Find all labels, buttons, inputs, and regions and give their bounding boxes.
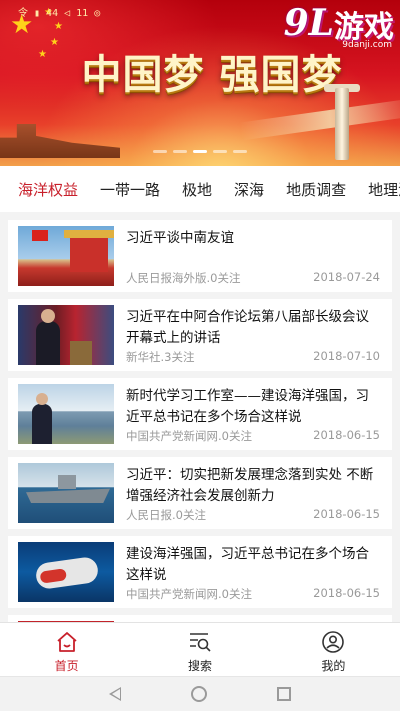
article-title[interactable]: 建设海洋强国，习近平总书记在多个场合这样说	[126, 544, 382, 586]
article-meta: 新华社.3关注 2018-07-10	[126, 349, 380, 365]
carousel-dot[interactable]	[213, 150, 227, 153]
article-item[interactable]: 习近平在中阿合作论坛第八届部长级会议开幕式上的讲话 新华社.3关注 2018-07…	[8, 299, 392, 371]
article-item[interactable]: 习近平：切实把新发展理念落到实处 不断增强经济社会发展创新力 人民日报.0关注 2…	[8, 457, 392, 529]
bottom-navigation: 首页 搜索 我的	[0, 622, 400, 676]
article-thumbnail[interactable]	[18, 463, 114, 523]
article-meta: 人民日报.0关注 2018-06-15	[126, 507, 380, 523]
carousel-dot-active[interactable]	[193, 150, 207, 153]
system-navigation-bar	[0, 676, 400, 711]
article-meta: 人民日报海外版.0关注 2018-07-24	[126, 270, 380, 286]
nav-search[interactable]: 搜索	[133, 623, 266, 676]
tab-belt-and-road[interactable]: 一带一路	[89, 179, 171, 200]
home-circle-icon[interactable]	[191, 686, 207, 702]
carousel-dot[interactable]	[153, 150, 167, 153]
back-icon[interactable]	[109, 687, 121, 701]
search-list-icon	[189, 633, 211, 652]
article-title[interactable]: 习近平谈中南友谊	[126, 228, 382, 249]
article-thumbnail[interactable]	[18, 226, 114, 286]
article-source: 人民日报.0关注	[126, 508, 206, 522]
article-list: 习近平谈中南友谊 人民日报海外版.0关注 2018-07-24 习近平在中阿合作论…	[8, 212, 392, 622]
nav-home-label: 首页	[54, 659, 79, 673]
site-watermark: 9L游戏 9danji.com	[283, 2, 394, 50]
nav-search-label: 搜索	[187, 659, 212, 673]
tab-ocean-rights[interactable]: 海洋权益	[0, 179, 89, 200]
article-source: 中国共产党新闻网.0关注	[126, 587, 252, 601]
flag-star-icon: ★	[38, 49, 47, 60]
article-source: 新华社.3关注	[126, 350, 195, 364]
carousel-indicator	[0, 150, 400, 153]
article-title[interactable]: 新时代学习工作室——建设海洋强国，习近平总书记在多个场合这样说	[126, 386, 382, 428]
article-item[interactable]: 建设海洋强国，习近平总书记在多个场合这样说 中国共产党新闻网.0关注 2018-0…	[8, 536, 392, 608]
tab-geographic-survey[interactable]: 地理测	[357, 179, 400, 200]
home-icon	[57, 632, 77, 652]
banner-title: 中国梦 强国梦	[81, 51, 343, 98]
article-date: 2018-06-15	[313, 507, 380, 521]
article-title[interactable]: 习近平在中阿合作论坛第八届部长级会议开幕式上的讲话	[126, 307, 382, 349]
article-meta: 中国共产党新闻网.0关注 2018-06-15	[126, 586, 380, 602]
article-thumbnail[interactable]	[18, 542, 114, 602]
article-date: 2018-07-24	[313, 270, 380, 284]
article-thumbnail[interactable]	[18, 305, 114, 365]
tab-polar[interactable]: 极地	[171, 179, 223, 200]
article-date: 2018-06-15	[313, 586, 380, 600]
tab-geological-survey[interactable]: 地质调查	[275, 179, 357, 200]
category-tabs: 海洋权益 一带一路 极地 深海 地质调查 地理测	[0, 166, 400, 212]
article-title[interactable]: 习近平：切实把新发展理念落到实处 不断增强经济社会发展创新力	[126, 465, 382, 507]
article-thumbnail[interactable]	[18, 384, 114, 444]
article-item[interactable]: 习近平谈中南友谊 人民日报海外版.0关注 2018-07-24	[8, 220, 392, 292]
article-meta: 中国共产党新闻网.0关注 2018-06-15	[126, 428, 380, 444]
article-date: 2018-06-15	[313, 428, 380, 442]
article-date: 2018-07-10	[313, 349, 380, 363]
article-source: 中国共产党新闻网.0关注	[126, 429, 252, 443]
nav-home[interactable]: 首页	[0, 623, 133, 676]
user-icon	[322, 631, 345, 653]
article-item-partial[interactable]	[8, 615, 392, 622]
hero-banner[interactable]: ★ ★ ★ ★ ★ 令 ▮ 44 ◁ 11 ◎ 9L游戏 9danji.com …	[0, 0, 400, 166]
tab-deep-sea[interactable]: 深海	[223, 179, 275, 200]
carousel-dot[interactable]	[233, 150, 247, 153]
article-item[interactable]: 新时代学习工作室——建设海洋强国，习近平总书记在多个场合这样说 中国共产党新闻网…	[8, 378, 392, 450]
nav-profile[interactable]: 我的	[267, 623, 400, 676]
status-bar-text: 令 ▮ 44 ◁ 11 ◎	[18, 8, 101, 19]
flag-star-icon: ★	[50, 37, 59, 48]
carousel-dot[interactable]	[173, 150, 187, 153]
nav-profile-label: 我的	[321, 659, 346, 673]
article-source: 人民日报海外版.0关注	[126, 271, 241, 285]
recent-apps-icon[interactable]	[277, 687, 291, 701]
watermark-number: 9L	[283, 2, 334, 44]
flag-star-icon: ★	[54, 21, 63, 32]
